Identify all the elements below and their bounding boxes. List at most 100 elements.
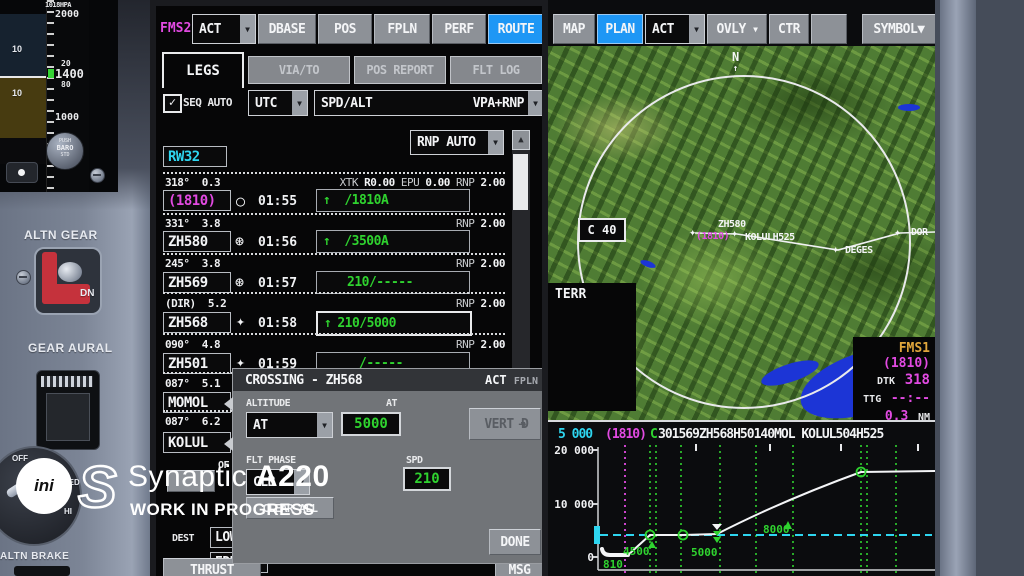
altitude-tick-1000: 1000 [55, 112, 79, 123]
chevron-down-icon: ▼ [317, 413, 332, 437]
attitude-sky [0, 14, 46, 76]
waypoint-button[interactable]: KOLUL [163, 432, 231, 453]
current-altitude: 1400 [55, 67, 84, 81]
chevron-down-icon: ▼ [294, 470, 309, 494]
gear-aural-switch[interactable] [36, 370, 100, 450]
fms1-dist: 0.3 NM [853, 407, 930, 421]
flt-phase-dropdown[interactable]: CLB ▼ [246, 469, 310, 495]
pitch-mark-down: 10 [12, 88, 22, 98]
gear-aural-label: GEAR AURAL [28, 341, 113, 355]
perf-button[interactable]: PERF [432, 14, 486, 44]
dialog-callout-arrow [224, 397, 233, 411]
map-waypoint-label: ZH580 [718, 219, 746, 230]
fms-source-label: FMS2 [160, 21, 191, 36]
dest-label: DEST [172, 533, 194, 544]
rnp-mode-dropdown[interactable]: RNP AUTO ▼ [410, 130, 504, 155]
altitude-mode-dropdown[interactable]: AT ▼ [246, 412, 333, 438]
map-waypoint-label: DOR [911, 227, 928, 238]
waypoint-button[interactable]: (1810) [163, 190, 231, 211]
tab-flt-log[interactable]: FLT LOG [450, 56, 542, 84]
altn-brake-switch[interactable] [14, 566, 70, 576]
ovly-label: OVLY [717, 22, 746, 37]
leg-course-dist: 245° 3.8 [165, 257, 220, 270]
leg-course-dist: 331° 3.8 [165, 217, 220, 230]
tab-legs[interactable]: LEGS [162, 52, 244, 88]
dbase-button[interactable]: DBASE [258, 14, 316, 44]
leg-constraint-button[interactable]: ↑/1810A [316, 189, 470, 212]
baro-knob[interactable]: PUSH BARO STD [46, 132, 84, 170]
altitude-marker [48, 69, 54, 78]
standby-instrument: 10 10 1018HPA 2000 20 1400 80 1000 PUSH … [0, 0, 118, 192]
ofst-label: OF [218, 460, 229, 471]
fms-screen: FMS2 ACT ▼ DBASE POS FPLN PERF ROUTE LEG… [156, 6, 542, 576]
leg-time: 01:55 [258, 194, 297, 209]
leg-constraint-button[interactable]: ↑/3500A [316, 230, 470, 253]
fms1-source: FMS1 [853, 341, 930, 356]
plan-button[interactable]: PLAN [597, 14, 643, 44]
vert-direct-button[interactable]: VERT Ð→ [469, 408, 541, 440]
altn-brake-label: ALTN BRAKE [0, 551, 69, 562]
display-mode-dropdown[interactable]: SPD/ALT VPA+RNP ▼ [314, 90, 542, 116]
overlay-mode-value: VPA+RNP [467, 91, 528, 115]
ctr-button[interactable]: CTR [769, 14, 809, 44]
pillar-strip [987, 0, 1024, 576]
vsd-constraint-8000: 8000 [763, 523, 790, 536]
scroll-up-button[interactable]: ▲ [512, 130, 530, 150]
partial-button[interactable] [167, 470, 215, 492]
row-divider [163, 333, 505, 335]
screw [16, 270, 31, 285]
runway-waypoint[interactable]: RW32 [163, 146, 227, 167]
done-button[interactable]: DONE [489, 529, 541, 555]
tab-via-to[interactable]: VIA/TO [248, 56, 350, 84]
dialog-fpln-status: ACT FPLN [485, 373, 538, 387]
nd-act-value: ACT [646, 15, 689, 43]
waypoint-button[interactable]: ZH569 [163, 272, 231, 293]
dialog-callout-arrow [224, 437, 233, 451]
vsd-constraint-5000: 5000 [691, 546, 718, 559]
symbol-button[interactable]: SYMBOL▼ [862, 14, 936, 44]
waypoint-button[interactable]: ZH568 [163, 312, 231, 333]
spd-label: SPD [406, 455, 423, 466]
route-button[interactable]: ROUTE [488, 14, 542, 44]
clear-all-button[interactable]: CLEAR ALL [246, 497, 334, 519]
nav-display: MAP PLAN ACT ▼ OVLY ▼ CTR SYMBOL▼ N↑ C 4… [548, 0, 935, 576]
row-divider [163, 292, 505, 294]
plan-map[interactable]: N↑ C 40 ✦ ✦ ✦ ✦ ZH580 (1810) KOLULH525 D… [548, 46, 935, 421]
standby-attitude-indicator: 10 10 [0, 14, 46, 164]
row-divider [163, 410, 232, 412]
waypoint-button[interactable]: ZH501 [163, 353, 231, 374]
tab-pos-report[interactable]: POS REPORT [354, 56, 446, 84]
ovly-button[interactable]: OVLY ▼ [707, 14, 767, 44]
screw [90, 168, 105, 183]
pos-button[interactable]: POS [318, 14, 372, 44]
leg-course-dist: 318° 0.3 [165, 176, 220, 189]
chevron-down-icon: ▼ [488, 131, 503, 154]
seq-auto-label: SEQ AUTO [183, 96, 232, 109]
chevron-down-icon: ▼ [753, 25, 757, 34]
act-dropdown[interactable]: ACT ▼ [192, 14, 256, 44]
time-ref-dropdown[interactable]: UTC ▼ [248, 90, 308, 116]
standby-brightness-button[interactable] [6, 162, 38, 183]
at-label: AT [386, 398, 397, 409]
switch-grip [41, 376, 93, 387]
scrollbar-thumb[interactable] [513, 154, 528, 210]
altitude-mode-value: AT [247, 413, 317, 437]
waypoint-button[interactable]: ZH580 [163, 231, 231, 252]
display-mode-value: SPD/ALT [315, 91, 467, 115]
switch-body [46, 393, 90, 441]
nd-act-dropdown[interactable]: ACT ▼ [645, 14, 705, 44]
cockpit-left-panel: 10 10 1018HPA 2000 20 1400 80 1000 PUSH … [0, 0, 150, 576]
blank-button[interactable] [811, 14, 847, 44]
leg-rnp: RNP 2.00 [456, 338, 505, 351]
spd-value-field[interactable]: 210 [403, 467, 451, 491]
dialog-header[interactable]: CROSSING - ZH568 ACT FPLN [233, 369, 542, 391]
map-button[interactable]: MAP [553, 14, 595, 44]
leg-time: 01:57 [258, 276, 297, 291]
seq-auto-checkbox[interactable]: ✓ [163, 94, 182, 113]
chevron-down-icon: ▼ [292, 91, 307, 115]
time-ref-value: UTC [249, 91, 292, 115]
fpln-button[interactable]: FPLN [374, 14, 430, 44]
waypoint-star-icon: ✦ [236, 312, 245, 330]
leg-constraint-button[interactable]: 210/----- [316, 271, 470, 294]
altitude-value-field[interactable]: 5000 [341, 412, 401, 436]
